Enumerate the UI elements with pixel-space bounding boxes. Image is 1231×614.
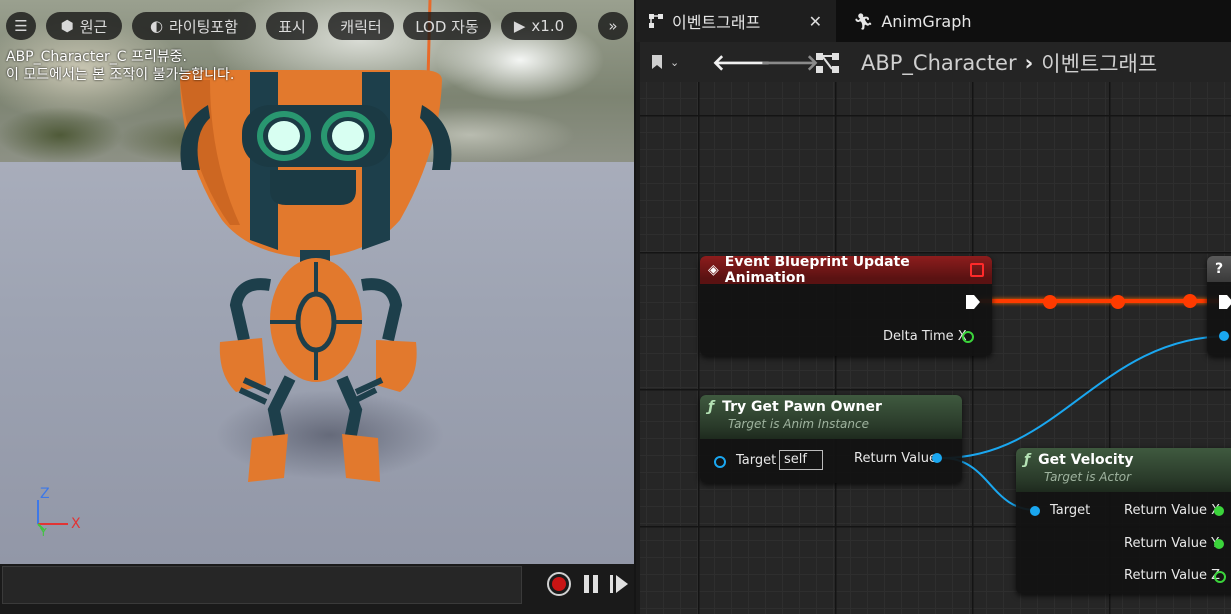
show-label: 표시 xyxy=(278,17,306,36)
axis-gizmo: Z X Y xyxy=(30,486,90,542)
delta-time-label: Delta Time X xyxy=(883,329,967,344)
lighting-label: 라이팅포함 xyxy=(169,17,239,36)
velocity-return-x-pin[interactable] xyxy=(1214,506,1224,516)
bookmark-dropdown-button[interactable]: ⌄ xyxy=(650,52,690,72)
perspective-label: 원근 xyxy=(79,17,108,36)
character-button[interactable]: 캐릭터 xyxy=(328,12,394,40)
close-icon[interactable]: ✕ xyxy=(809,12,822,31)
node-header: ◈ Event Blueprint Update Animation xyxy=(700,256,992,286)
breadcrumb-bar: ⌄ 🡐 🡒 ABP_Character › 이벤트그래프 xyxy=(640,42,1231,82)
arrow-right-icon: 🡒 xyxy=(760,51,819,76)
breadcrumb: ABP_Character › 이벤트그래프 xyxy=(861,48,1157,78)
tab-bar: 이벤트그래프 ✕ 🏃︎ AnimGraph xyxy=(636,0,1231,42)
function-icon: ƒ xyxy=(708,399,715,415)
event-graph-canvas[interactable]: ◈ Event Blueprint Update Animation Delta… xyxy=(640,82,1231,614)
event-diamond-icon: ◈ xyxy=(708,262,719,278)
try-get-pawn-owner-node[interactable]: ƒ Try Get Pawn Owner Target is Anim Insta… xyxy=(700,395,962,483)
preview-message-line2: 이 모드에서는 본 조작이 불가능합니다. xyxy=(6,67,235,83)
lod-button[interactable]: LOD 자동 xyxy=(403,12,491,40)
velocity-return-y-pin[interactable] xyxy=(1214,539,1224,549)
step-forward-icon xyxy=(610,575,628,593)
partial-exec-in-pin[interactable] xyxy=(1217,293,1231,311)
character-label: 캐릭터 xyxy=(340,17,382,36)
preview-viewport[interactable]: ☰ ⬢ 원근 ◐ 라이팅포함 표시 캐릭터 LOD 자동 ▶ x1.0 » AB… xyxy=(0,0,634,614)
step-forward-button[interactable] xyxy=(606,571,632,597)
breadcrumb-root[interactable]: ABP_Character xyxy=(861,51,1017,75)
lod-label: LOD 자동 xyxy=(415,17,479,36)
exec-wire-knot xyxy=(1043,295,1057,309)
pawn-node-title: Try Get Pawn Owner xyxy=(722,399,882,415)
preview-message-line1: ABP_Character_C 프리뷰중. xyxy=(6,49,187,65)
event-update-animation-node[interactable]: ◈ Event Blueprint Update Animation Delta… xyxy=(700,256,992,356)
pause-icon xyxy=(584,575,598,593)
node-header: ? xyxy=(1207,256,1231,282)
velocity-return-z-label: Return Value Z xyxy=(1124,568,1221,583)
hamburger-icon: ☰ xyxy=(14,17,28,35)
playback-speed-button[interactable]: ▶ x1.0 xyxy=(501,12,577,40)
breadcrumb-separator: › xyxy=(1024,51,1034,75)
graph-hierarchy-icon xyxy=(816,53,839,73)
axis-z-label: Z xyxy=(40,486,50,502)
node-header: ƒ Try Get Pawn Owner Target is Anim Insta… xyxy=(700,395,962,439)
bookmark-icon xyxy=(652,55,662,69)
pawn-target-label: Target xyxy=(736,453,777,468)
pawn-node-subtitle: Target is Anim Instance xyxy=(728,417,869,431)
blueprint-editor: 이벤트그래프 ✕ 🏃︎ AnimGraph ⌄ 🡐 🡒 ABP_Characte… xyxy=(636,0,1231,614)
lighting-sphere-icon: ◐ xyxy=(149,17,164,35)
velocity-node-title: Get Velocity xyxy=(1038,452,1134,468)
double-chevron-right-icon: » xyxy=(608,17,618,35)
delta-time-pin[interactable] xyxy=(962,331,974,343)
timeline-scrubber[interactable] xyxy=(2,566,522,604)
cube-icon: ⬢ xyxy=(60,17,74,35)
tab-event-graph[interactable]: 이벤트그래프 ✕ xyxy=(636,0,836,42)
show-button[interactable]: 표시 xyxy=(266,12,318,40)
play-icon: ▶ xyxy=(513,17,526,35)
preview-message: ABP_Character_C 프리뷰중. 이 모드에서는 본 조작이 불가능합… xyxy=(6,48,234,84)
perspective-button[interactable]: ⬢ 원근 xyxy=(46,12,122,40)
graph-icon xyxy=(649,14,663,28)
event-node-title: Event Blueprint Update Animation xyxy=(724,256,910,286)
function-icon: ƒ xyxy=(1024,452,1031,468)
axis-lines xyxy=(37,500,68,531)
running-man-icon: 🏃︎ xyxy=(853,11,874,31)
velocity-node-subtitle: Target is Actor xyxy=(1044,470,1132,484)
pawn-self-input[interactable]: self xyxy=(779,450,823,470)
velocity-target-label: Target xyxy=(1050,503,1091,518)
get-velocity-node[interactable]: ƒ Get Velocity Target is Actor Target Ret… xyxy=(1016,448,1231,594)
event-stop-icon xyxy=(970,263,984,277)
velocity-return-x-label: Return Value X xyxy=(1124,503,1221,518)
partial-node[interactable]: ? xyxy=(1207,256,1231,356)
viewport-menu-button[interactable]: ☰ xyxy=(6,12,36,40)
pawn-target-pin[interactable] xyxy=(714,456,726,468)
partial-node-glyph: ? xyxy=(1215,261,1224,277)
tab-anim-graph-label: AnimGraph xyxy=(881,11,972,31)
velocity-return-y-label: Return Value Y xyxy=(1124,536,1220,551)
playback-speed-label: x1.0 xyxy=(531,17,565,35)
velocity-return-z-pin[interactable] xyxy=(1214,571,1226,583)
record-icon xyxy=(547,572,571,596)
axis-y-label: Y xyxy=(40,526,47,539)
record-button[interactable] xyxy=(546,571,572,597)
axis-x-label: X xyxy=(71,516,81,532)
forward-button[interactable]: 🡒 xyxy=(760,50,819,76)
pawn-return-pin[interactable] xyxy=(932,453,942,463)
lighting-button[interactable]: ◐ 라이팅포함 xyxy=(132,12,256,40)
velocity-target-pin[interactable] xyxy=(1030,506,1040,516)
partial-object-pin[interactable] xyxy=(1219,331,1229,341)
breadcrumb-current: 이벤트그래프 xyxy=(1041,52,1158,76)
pawn-return-label: Return Value xyxy=(854,451,937,466)
exec-wire-knot xyxy=(1111,295,1125,309)
chevron-down-icon: ⌄ xyxy=(670,55,680,69)
exec-wire-knot xyxy=(1183,294,1197,308)
more-toolbar-button[interactable]: » xyxy=(598,12,628,40)
tab-event-graph-label: 이벤트그래프 xyxy=(672,13,761,32)
pause-button[interactable] xyxy=(578,571,604,597)
node-header: ƒ Get Velocity Target is Actor xyxy=(1016,448,1231,492)
exec-out-pin[interactable] xyxy=(964,293,982,311)
tab-anim-graph[interactable]: 🏃︎ AnimGraph xyxy=(841,0,1001,42)
